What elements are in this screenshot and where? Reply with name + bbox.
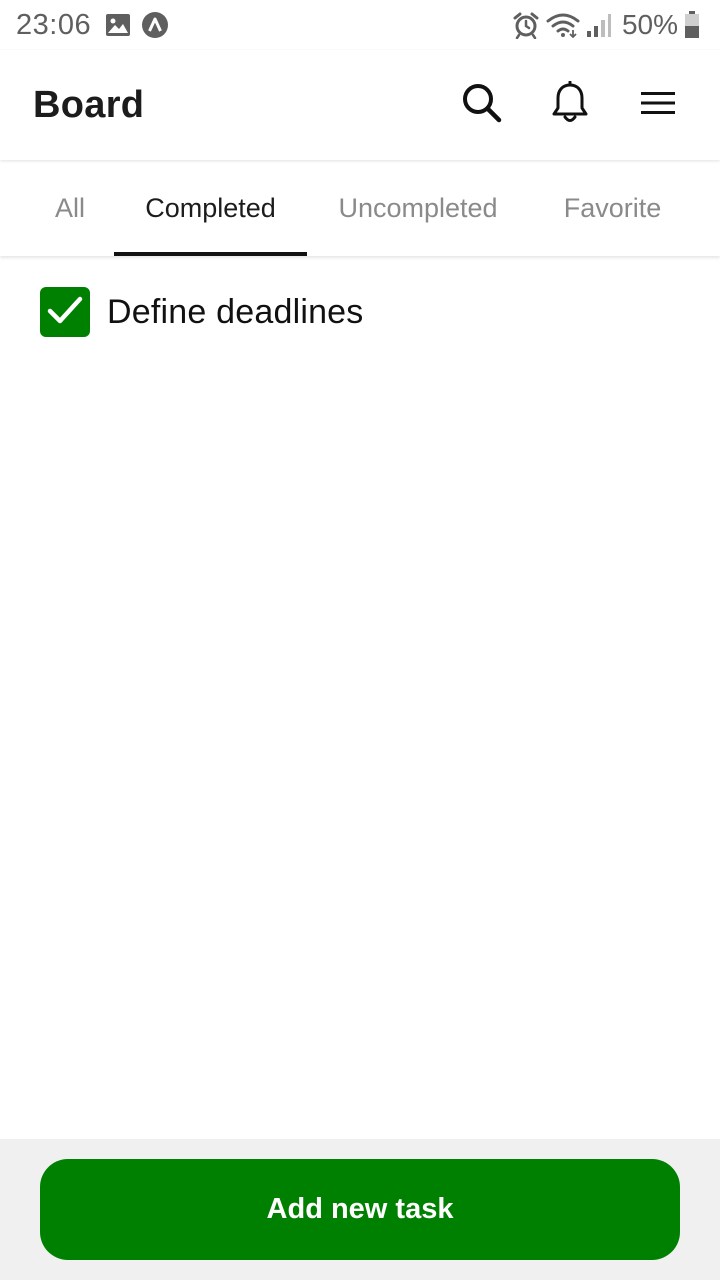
tab-favorite[interactable]: Favorite — [529, 160, 720, 256]
add-task-button[interactable]: Add new task — [40, 1159, 680, 1260]
menu-button[interactable] — [628, 75, 688, 135]
status-left: 23:06 — [16, 9, 179, 42]
page-title: Board — [33, 83, 145, 126]
checkmark-icon — [46, 294, 84, 331]
task-label: Define deadlines — [107, 292, 364, 331]
tab-all[interactable]: All — [0, 160, 114, 256]
status-time: 23:06 — [16, 8, 92, 41]
list-item: Define deadlines — [0, 256, 720, 356]
signal-icon — [586, 12, 612, 38]
wifi-icon — [546, 12, 580, 38]
menu-icon — [640, 89, 676, 122]
alarm-icon — [512, 11, 540, 39]
app-screen: 23:06 50% Board All Completed Uncomplete… — [0, 0, 720, 1280]
tab-completed[interactable]: Completed — [114, 160, 307, 256]
task-list: Define deadlines — [0, 256, 720, 356]
search-icon — [460, 81, 504, 130]
battery-icon — [684, 11, 700, 39]
app-bar: Board — [0, 50, 720, 160]
search-button[interactable] — [452, 75, 512, 135]
gallery-icon — [105, 13, 131, 37]
notifications-button[interactable] — [540, 75, 600, 135]
filter-tabs: All Completed Uncompleted Favorite — [0, 160, 720, 256]
app-a-icon — [141, 11, 169, 39]
battery-percentage: 50% — [621, 9, 678, 40]
tab-uncompleted[interactable]: Uncompleted — [307, 160, 529, 256]
bottom-bar: Add new task — [0, 1139, 720, 1280]
app-actions — [424, 75, 688, 135]
status-bar: 23:06 50% — [0, 0, 720, 50]
status-right: 50% — [512, 9, 706, 41]
bell-icon — [550, 80, 590, 130]
task-checkbox[interactable] — [40, 287, 90, 337]
